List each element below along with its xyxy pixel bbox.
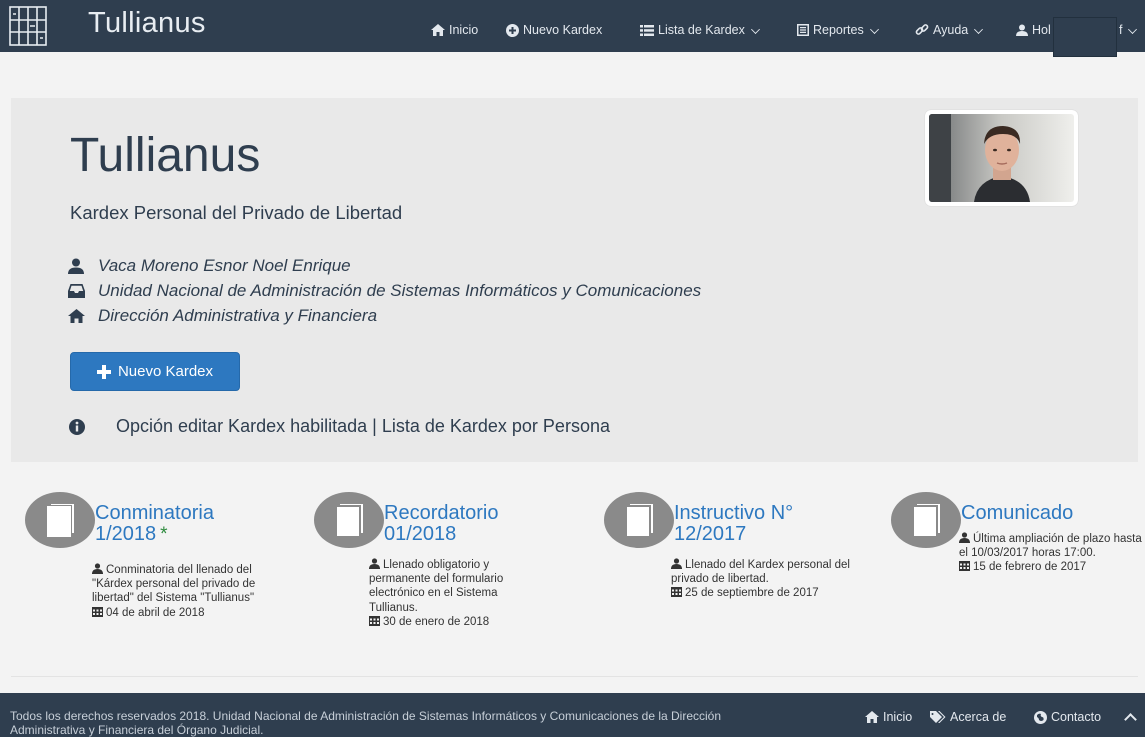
news-title[interactable]: Comunicado — [961, 502, 1073, 524]
news-title[interactable]: Conminatoria 1/2018 — [95, 502, 214, 545]
direction-row: Dirección Administrativa y Financiera — [67, 306, 377, 326]
nav-label: f — [1119, 23, 1123, 37]
news-body: Llenado obligatorio y permanente del for… — [369, 558, 544, 629]
chevron-down-icon — [869, 24, 879, 34]
hero-panel: Tullianus Kardex Personal del Privado de… — [11, 98, 1138, 462]
news-date: 04 de abril de 2018 — [106, 606, 205, 619]
bars-logo-icon[interactable] — [9, 6, 47, 46]
calendar-icon — [92, 606, 103, 617]
top-navbar: Tullianus Inicio Nuevo Kardex Lista de K… — [0, 0, 1145, 57]
unit-row: Unidad Nacional de Administración de Sis… — [67, 281, 701, 301]
user-icon — [1016, 24, 1028, 36]
avatar — [925, 110, 1078, 206]
news-title[interactable]: Recordatorio 01/2018 — [384, 502, 499, 545]
copyright-text: Todos los derechos reservados 2018. Unid… — [10, 709, 722, 737]
footer-link-inicio[interactable]: Inicio — [865, 710, 912, 724]
calendar-icon — [369, 615, 380, 626]
footer-link-contacto[interactable]: Contacto — [1034, 710, 1101, 724]
nav-lista-kardex[interactable]: Lista de Kardex — [640, 23, 760, 37]
person-icon — [959, 532, 970, 543]
news-badge — [314, 492, 384, 548]
news-title-link[interactable]: Conminatoria 1/2018 * — [95, 502, 285, 546]
chevron-down-icon — [974, 24, 984, 34]
person-icon — [671, 558, 682, 569]
notice-text[interactable]: Opción editar Kardex habilitada | Lista … — [116, 416, 610, 437]
home-icon — [865, 711, 879, 723]
news-date: 25 de septiembre de 2017 — [685, 587, 819, 600]
footer-link-label: Acerca de — [950, 710, 1007, 724]
news-badge — [25, 492, 95, 548]
home-icon — [67, 307, 85, 325]
footer-link-acerca[interactable]: Acerca de — [930, 710, 1006, 724]
nav-label: Reportes — [813, 23, 864, 37]
tags-icon — [930, 711, 946, 723]
footer: Todos los derechos reservados 2018. Unid… — [0, 693, 1145, 737]
new-kardex-button[interactable]: Nuevo Kardex — [70, 352, 240, 391]
list-icon — [640, 24, 654, 36]
news-title-link[interactable]: Instructivo N° 12/2017 — [674, 503, 844, 545]
news-badge — [891, 492, 961, 548]
person-icon — [92, 563, 103, 574]
news-text: Llenado del Kardex personal del privado … — [671, 559, 850, 586]
nav-label: Ayuda — [933, 23, 969, 37]
person-row: Vaca Moreno Esnor Noel Enrique — [67, 256, 351, 276]
chevron-down-icon — [1128, 24, 1138, 34]
nav-reportes[interactable]: Reportes — [797, 23, 879, 37]
footer-link-label: Inicio — [883, 710, 913, 724]
news-title[interactable]: Instructivo N° 12/2017 — [674, 502, 793, 545]
footer-link-label: Contacto — [1051, 710, 1102, 724]
news-body: Conminatoria del llenado del "Kárdex per… — [92, 563, 277, 620]
page-subtitle: Kardex Personal del Privado de Libertad — [70, 202, 403, 223]
book-icon — [337, 504, 363, 536]
nav-label: Lista de Kardex — [658, 23, 745, 37]
book-icon — [47, 504, 74, 537]
section-divider — [11, 676, 1138, 677]
nav-inicio[interactable]: Inicio — [431, 23, 478, 37]
calendar-icon — [959, 561, 970, 572]
nav-nuevo-kardex[interactable]: Nuevo Kardex — [506, 23, 602, 37]
news-date: 15 de febrero de 2017 — [973, 561, 1087, 574]
report-icon — [797, 24, 809, 36]
book-icon — [914, 504, 940, 536]
notice-row: Opción editar Kardex habilitada | Lista … — [68, 416, 610, 437]
person-icon — [369, 558, 380, 569]
nav-ayuda[interactable]: Ayuda — [915, 23, 984, 37]
nav-label: Hol — [1032, 23, 1051, 37]
user-icon — [67, 257, 85, 275]
inbox-icon — [67, 282, 85, 300]
news-badge — [604, 492, 674, 548]
info-circle-icon — [69, 418, 85, 435]
nav-label: Inicio — [449, 23, 479, 37]
person-name: Vaca Moreno Esnor Noel Enrique — [98, 256, 351, 275]
scroll-top-icon[interactable] — [1124, 713, 1137, 726]
news-body: Llenado del Kardex personal del privado … — [671, 558, 856, 601]
nav-label: Nuevo Kardex — [523, 23, 603, 37]
button-label: Nuevo Kardex — [117, 363, 214, 380]
profile-photo — [929, 114, 1074, 202]
chevron-down-icon — [750, 24, 760, 34]
home-icon — [431, 24, 445, 36]
book-icon — [627, 504, 653, 536]
new-star: * — [160, 524, 168, 545]
nav-user-tail[interactable]: f — [1119, 23, 1138, 37]
news-date: 30 de enero de 2018 — [383, 615, 490, 628]
news-text: Conminatoria del llenado del "Kárdex per… — [92, 564, 256, 605]
direction-name: Dirección Administrativa y Financiera — [98, 306, 378, 325]
unit-name: Unidad Nacional de Administración de Sis… — [98, 281, 702, 300]
link-icon — [915, 24, 929, 35]
page-title: Tullianus — [70, 129, 261, 182]
plus-circle-icon — [506, 23, 519, 37]
globe-icon — [1034, 710, 1047, 724]
calendar-icon — [671, 587, 682, 598]
news-title-link[interactable]: Comunicado — [961, 503, 1141, 524]
news-text: Llenado obligatorio y permanente del for… — [369, 559, 504, 614]
news-title-link[interactable]: Recordatorio 01/2018 — [384, 503, 564, 545]
news-text: Última ampliación de plazo hasta el 10/0… — [959, 533, 1142, 560]
plus-icon — [96, 364, 111, 379]
news-body: Última ampliación de plazo hasta el 10/0… — [959, 532, 1145, 575]
brand-name[interactable]: Tullianus — [88, 7, 206, 40]
nav-user-menu[interactable]: Hol — [1016, 23, 1051, 37]
redaction-block — [1053, 17, 1117, 57]
